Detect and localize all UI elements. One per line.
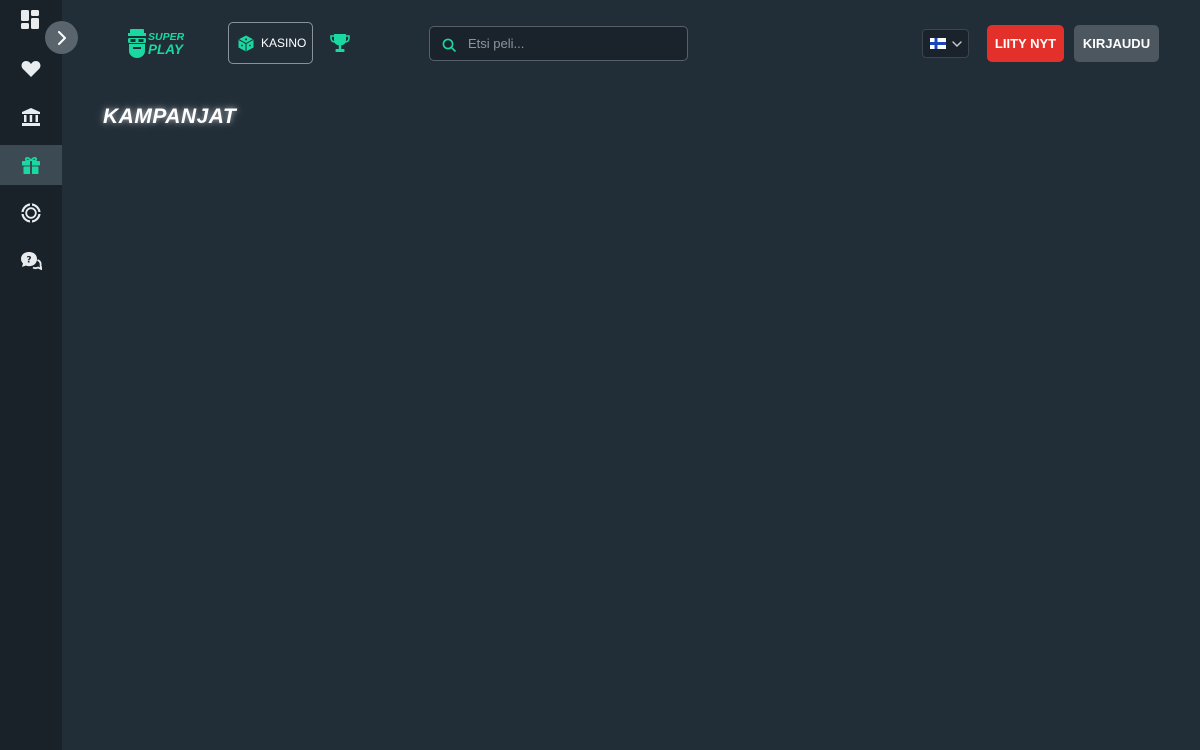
sidebar-item-casino[interactable] bbox=[0, 97, 62, 137]
sidebar-item-favorites[interactable] bbox=[0, 49, 62, 89]
heart-icon bbox=[21, 61, 41, 77]
nav-casino-button[interactable]: KASINO bbox=[228, 22, 313, 64]
sidebar-item-support[interactable]: ? bbox=[0, 241, 62, 281]
grid-icon bbox=[21, 10, 39, 29]
nav-casino-label: KASINO bbox=[261, 36, 307, 50]
language-selector[interactable] bbox=[922, 29, 969, 58]
sidebar: ? bbox=[0, 0, 62, 750]
gift-icon bbox=[22, 156, 40, 174]
search-icon bbox=[442, 38, 456, 52]
chevron-down-icon bbox=[951, 40, 962, 47]
chat-question-icon: ? bbox=[21, 252, 42, 271]
brand-logo[interactable]: SUPER PLAY bbox=[126, 27, 186, 59]
finland-flag-icon bbox=[929, 38, 946, 49]
search-box bbox=[429, 26, 688, 61]
superplay-logo-icon: SUPER PLAY bbox=[128, 29, 185, 58]
search-input[interactable] bbox=[466, 27, 681, 60]
logo-text-bottom: PLAY bbox=[148, 42, 185, 57]
sidebar-expand-button[interactable] bbox=[45, 21, 78, 54]
join-now-button[interactable]: LIITY NYT bbox=[987, 25, 1064, 62]
sidebar-item-live[interactable] bbox=[0, 193, 62, 233]
nav-tournaments-button[interactable] bbox=[329, 32, 351, 54]
svg-text:?: ? bbox=[26, 256, 31, 266]
chevron-right-icon bbox=[57, 30, 66, 45]
login-button[interactable]: KIRJAUDU bbox=[1074, 25, 1159, 62]
sidebar-item-promotions[interactable] bbox=[0, 145, 62, 185]
page-title: KAMPANJAT bbox=[103, 105, 237, 128]
cube-icon bbox=[238, 35, 254, 51]
bank-icon bbox=[22, 108, 40, 126]
trophy-icon bbox=[330, 34, 350, 52]
chip-icon bbox=[21, 203, 41, 223]
